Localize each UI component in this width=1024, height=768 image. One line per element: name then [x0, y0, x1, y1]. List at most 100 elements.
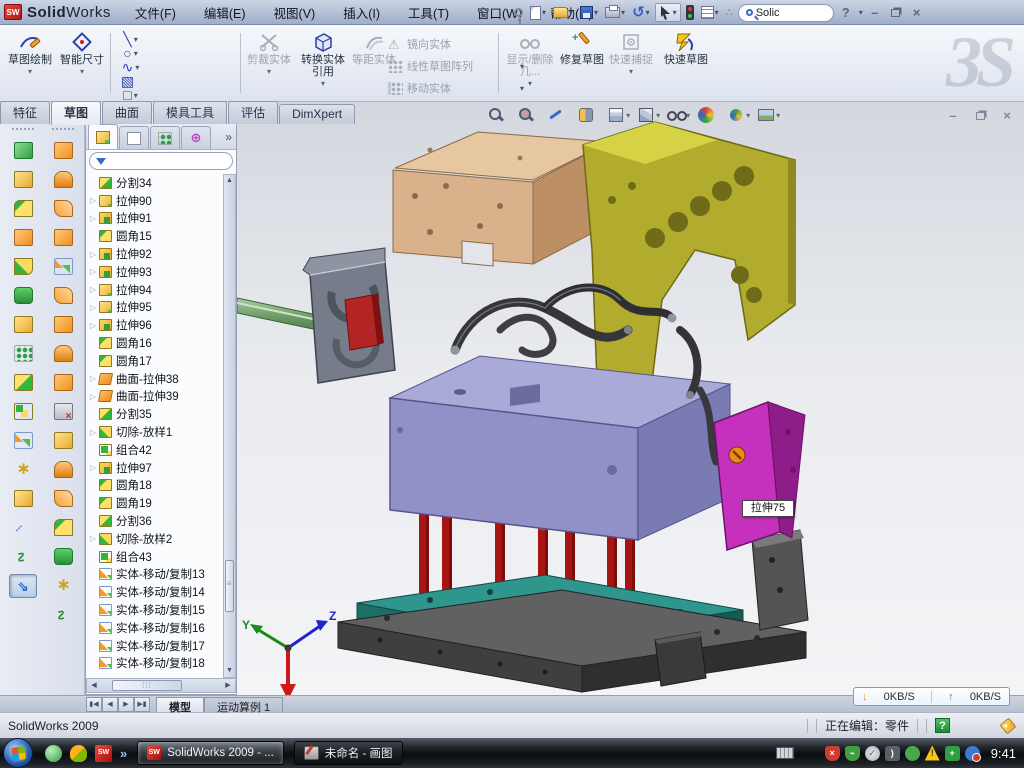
feature-tree-item[interactable]: ▷ 圆角15 [86, 227, 223, 245]
feature-tree-item[interactable]: ▷ 实体-移动/复制18 [86, 655, 223, 673]
restore-button[interactable] [887, 5, 905, 20]
expand-arrow-icon[interactable]: ▷ [88, 214, 98, 223]
tree-filter-input[interactable] [89, 152, 233, 170]
feature-tree-item[interactable]: ▷ 分割35 [86, 405, 223, 423]
expand-arrow-icon[interactable]: ▷ [88, 534, 98, 543]
feature-tree-item[interactable]: ▷ 分割36 [86, 512, 223, 530]
tab-property-manager[interactable] [119, 126, 149, 149]
close-button[interactable]: × [908, 5, 926, 20]
feature-tree-item[interactable]: ▷ 拉伸97 [86, 459, 223, 477]
feature-tree-item[interactable]: ▷ 拉伸95 [86, 299, 223, 317]
pressed-tool-button[interactable]: ⇘ [9, 574, 37, 598]
ribbon-tab[interactable]: 评估 [228, 101, 278, 124]
tool-button[interactable] [6, 252, 40, 281]
scrollbar-thumb[interactable]: ≡ [225, 560, 234, 612]
view-tool-button[interactable]: ▾ [607, 106, 630, 124]
part-yoke-bracket[interactable] [583, 122, 795, 398]
tool-button[interactable] [6, 513, 40, 542]
expand-arrow-icon[interactable]: ▷ [88, 196, 98, 205]
tree-vertical-scrollbar[interactable]: ▲ ≡ ▼ [223, 174, 236, 678]
view-tool-button[interactable]: ▾ [697, 106, 720, 124]
tool-button[interactable] [6, 484, 40, 513]
clock[interactable]: 9:41 [991, 746, 1016, 761]
feature-tree-item[interactable]: ▷ 圆角17 [86, 352, 223, 370]
tag-icon[interactable] [1000, 717, 1017, 734]
prev-tab-arrow[interactable]: ◀ [102, 697, 118, 712]
toolbar-drag-handle[interactable] [52, 128, 74, 132]
document-tab[interactable]: 模型 [156, 697, 204, 712]
feature-tree-item[interactable]: ▷ 拉伸90 [86, 192, 223, 210]
scroll-up-arrow[interactable]: ▲ [224, 175, 235, 187]
convert-entities-button[interactable]: 转换实体引用▾ [296, 30, 350, 96]
tool-button[interactable] [46, 397, 80, 426]
expand-arrow-icon[interactable]: ▷ [88, 250, 98, 259]
expand-arrow-icon[interactable]: ▷ [88, 463, 98, 472]
part-clamp-unit[interactable] [303, 248, 395, 383]
tool-button[interactable] [46, 310, 80, 339]
doc-restore-button[interactable] [971, 108, 989, 123]
view-tool-button[interactable]: ▾ [517, 106, 540, 124]
feature-tree-item[interactable]: ▷ 实体-移动/复制17 [86, 637, 223, 655]
tool-button[interactable] [6, 194, 40, 223]
tool-button[interactable] [46, 484, 80, 513]
shield-lightning-icon[interactable]: ⌁ [845, 746, 860, 761]
expand-arrow-icon[interactable]: ▷ [88, 303, 98, 312]
sketch-entity-button[interactable]: ∿▾ [116, 60, 145, 74]
input-method-icon[interactable] [776, 747, 794, 759]
tool-button[interactable] [6, 223, 40, 252]
smart-dimension-button[interactable]: 智能尺寸▾ [58, 30, 106, 96]
expand-arrow-icon[interactable]: ▷ [88, 392, 98, 401]
new-document-button[interactable]: ▾ [528, 3, 548, 23]
menu-item[interactable]: 文件(F) [121, 0, 190, 25]
first-tab-arrow[interactable]: ▮◀ [86, 697, 102, 712]
print-button[interactable]: ▾ [603, 3, 627, 23]
tool-button[interactable] [46, 252, 80, 281]
shield-plus-icon[interactable]: + [945, 746, 960, 761]
certificate-icon[interactable]: ✓ [865, 746, 880, 761]
open-button[interactable]: ▾ [551, 3, 575, 23]
last-tab-arrow[interactable]: ▶▮ [134, 697, 150, 712]
feature-tree-item[interactable]: ▷ 圆角16 [86, 334, 223, 352]
search-input[interactable]: Solic [738, 4, 834, 22]
tool-button[interactable] [6, 426, 40, 455]
tool-button[interactable] [46, 571, 80, 600]
save-button[interactable]: ▾ [578, 3, 600, 23]
task-button-paint[interactable]: 未命名 - 画图 [294, 741, 403, 765]
menu-item[interactable]: 视图(V) [260, 0, 330, 25]
view-tool-button[interactable]: ▾ [547, 106, 570, 124]
solidworks-launcher-icon[interactable]: SW [95, 745, 112, 762]
view-tool-button[interactable]: ▾ [667, 106, 690, 124]
tool-button[interactable] [46, 165, 80, 194]
sketch-entity-button[interactable]: ╲▾ [116, 32, 145, 46]
scroll-down-arrow[interactable]: ▼ [224, 665, 235, 677]
feature-tree-item[interactable]: ▷ 组合43 [86, 548, 223, 566]
feature-tree-item[interactable]: ▷ 实体-移动/复制15 [86, 601, 223, 619]
select-arrow-button[interactable]: ▾ [655, 3, 681, 22]
feature-tree-item[interactable]: ▷ 圆角18 [86, 477, 223, 495]
tool-button[interactable] [46, 600, 80, 629]
expand-arrow-icon[interactable]: ▷ [88, 285, 98, 294]
ribbon-tab[interactable]: 曲面 [102, 101, 152, 124]
rapid-sketch-button[interactable]: 快速草图 [660, 30, 712, 96]
tool-button[interactable] [46, 455, 80, 484]
part-support-block[interactable] [655, 632, 706, 686]
volume-icon[interactable]: ) [885, 746, 900, 761]
sketch-entity-button[interactable]: ▧▾ [116, 74, 145, 88]
tool-button[interactable] [6, 542, 40, 571]
feature-tree-item[interactable]: ▷ 实体-移动/复制13 [86, 566, 223, 584]
tool-button[interactable] [6, 310, 40, 339]
model-canvas[interactable]: Y Z X [237, 102, 1024, 695]
tool-button[interactable] [46, 339, 80, 368]
expand-arrow-icon[interactable]: ▷ [88, 374, 98, 383]
feature-tree-item[interactable]: ▷ 实体-移动/复制16 [86, 619, 223, 637]
connection-icon[interactable] [905, 746, 920, 761]
antivirus-alert-icon[interactable]: × [825, 746, 840, 761]
part-guide-rail[interactable] [752, 530, 808, 630]
document-tab[interactable]: 运动算例 1 [204, 697, 283, 712]
design-checker-button[interactable]: ▾ [699, 3, 721, 23]
feature-tree-item[interactable]: ▷ 拉伸93 [86, 263, 223, 281]
panel-tabs-overflow[interactable]: » [225, 130, 232, 144]
part-top-clamp-plate[interactable] [393, 132, 610, 266]
quick-snaps-button[interactable]: 快速捕捉▾ [608, 30, 654, 96]
expand-arrow-icon[interactable]: ▷ [88, 428, 98, 437]
